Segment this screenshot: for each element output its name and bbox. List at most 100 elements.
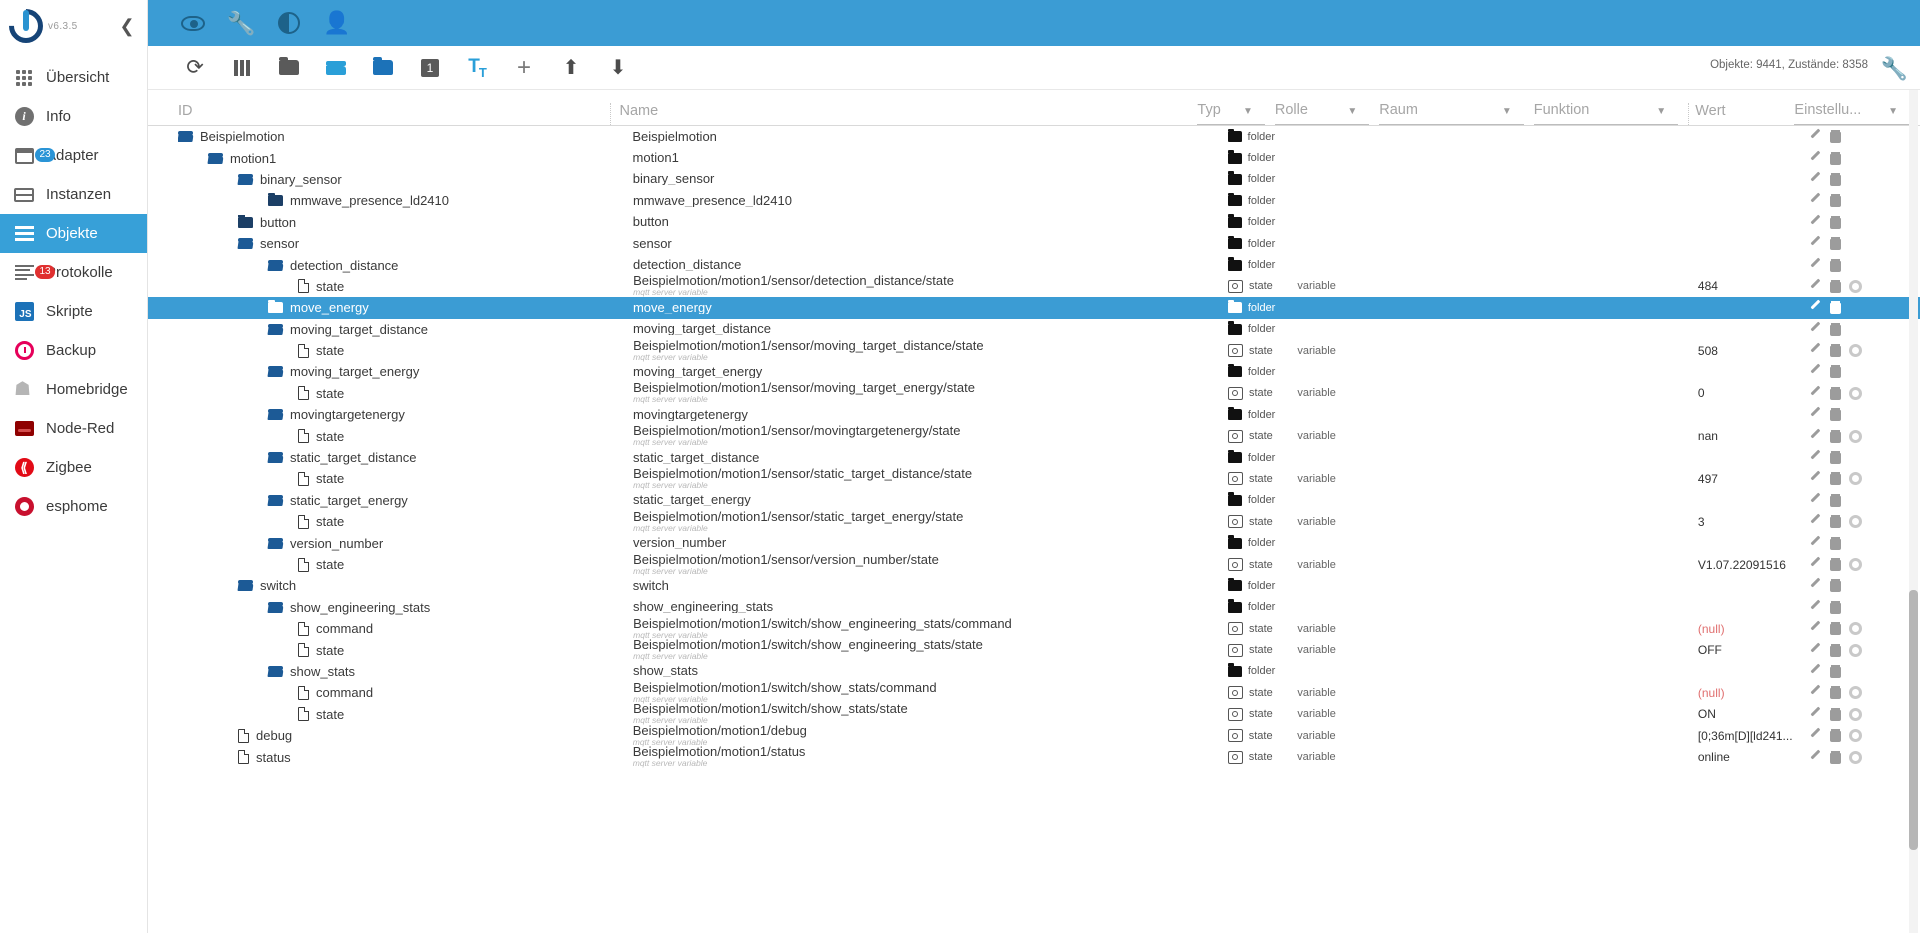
pencil-icon[interactable] [1809,751,1822,764]
expand-level-button[interactable]: 1 [413,51,447,85]
wrench-icon[interactable]: 🔧 [226,8,256,38]
table-row[interactable]: button button folder [148,212,1920,233]
pencil-icon[interactable] [1809,472,1822,485]
pencil-icon[interactable] [1809,451,1822,464]
table-row[interactable]: debug Beispielmotion/motion1/debug mqtt se… [148,725,1920,746]
pencil-icon[interactable] [1809,537,1822,550]
pencil-icon[interactable] [1809,622,1822,635]
trash-icon[interactable] [1829,301,1841,315]
trash-icon[interactable] [1829,172,1841,186]
vertical-scrollbar-thumb[interactable] [1909,590,1918,850]
column-filter-raum[interactable]: Raum ▼ [1379,102,1524,125]
folder-closed-icon[interactable] [272,51,306,85]
gear-icon[interactable] [1848,729,1862,743]
row-value-cell[interactable]: (null) [1692,686,1801,700]
table-row[interactable]: state Beispielmotion/motion1/sensor/movin… [148,382,1920,404]
sidebar-item-backup[interactable]: Backup [0,331,147,370]
trash-icon[interactable] [1829,451,1841,465]
table-row[interactable]: moving_target_energy moving_target_energy… [148,361,1920,382]
trash-icon[interactable] [1829,472,1841,486]
folder-blue-icon[interactable] [366,51,400,85]
pencil-icon[interactable] [1809,130,1822,143]
row-value-cell[interactable]: 508 [1692,344,1801,358]
table-row[interactable]: sensor sensor folder [148,233,1920,254]
table-row[interactable]: move_energy move_energy folder [148,297,1920,319]
pencil-icon[interactable] [1809,558,1822,571]
gear-icon[interactable] [1848,515,1862,529]
pencil-icon[interactable] [1809,494,1822,507]
pencil-icon[interactable] [1809,237,1822,250]
table-row[interactable]: state Beispielmotion/motion1/sensor/movin… [148,425,1920,447]
pencil-icon[interactable] [1809,601,1822,614]
table-row[interactable]: command Beispielmotion/motion1/switch/sho… [148,618,1920,639]
user-icon[interactable]: 👤 [322,8,352,38]
columns-icon[interactable] [225,51,259,85]
trash-icon[interactable] [1829,536,1841,550]
text-size-icon[interactable]: TT [460,51,494,85]
pencil-icon[interactable] [1809,665,1822,678]
trash-icon[interactable] [1829,344,1841,358]
column-header-name[interactable]: Name [611,103,1197,125]
trash-icon[interactable] [1829,215,1841,229]
table-row[interactable]: status Beispielmotion/motion1/status mqtt … [148,746,1920,768]
pencil-icon[interactable] [1809,408,1822,421]
pencil-icon[interactable] [1809,194,1822,207]
row-value-cell[interactable]: [0;36m[D][ld241... [1692,729,1801,743]
trash-icon[interactable] [1829,279,1841,293]
column-filter-rolle[interactable]: Rolle ▼ [1274,102,1370,125]
pencil-icon[interactable] [1809,259,1822,272]
table-row[interactable]: mmwave_presence_ld2410 mmwave_presence_ld… [148,190,1920,211]
gear-icon[interactable] [1848,643,1862,657]
sidebar-item-skripte[interactable]: JS Skripte [0,292,147,331]
trash-icon[interactable] [1829,600,1841,614]
row-value-cell[interactable]: nan [1692,429,1801,443]
row-value-cell[interactable]: ON [1692,707,1801,721]
trash-icon[interactable] [1829,365,1841,379]
table-row[interactable]: state Beispielmotion/motion1/sensor/stati… [148,468,1920,489]
gear-icon[interactable] [1848,344,1862,358]
trash-icon[interactable] [1829,130,1841,144]
trash-icon[interactable] [1829,664,1841,678]
gear-icon[interactable] [1848,622,1862,636]
table-row[interactable]: version_number version_number folder [148,532,1920,553]
table-row[interactable]: static_target_energy static_target_energy… [148,490,1920,511]
pencil-icon[interactable] [1809,280,1822,293]
trash-icon[interactable] [1829,686,1841,700]
trash-icon[interactable] [1829,386,1841,400]
trash-icon[interactable] [1829,729,1841,743]
gear-icon[interactable] [1848,558,1862,571]
sidebar-item-node-red[interactable]: Node-Red [0,409,147,448]
gear-icon[interactable] [1848,472,1862,486]
sidebar-item-instanzen[interactable]: Instanzen [0,175,147,214]
trash-icon[interactable] [1829,151,1841,165]
column-filter-funktion[interactable]: Funktion ▼ [1533,102,1679,125]
trash-icon[interactable] [1829,429,1841,443]
row-value-cell[interactable]: 484 [1692,279,1801,293]
row-value-cell[interactable]: online [1692,750,1801,764]
sidebar-item-homebridge[interactable]: ☗ Homebridge [0,370,147,409]
pencil-icon[interactable] [1809,152,1822,165]
pencil-icon[interactable] [1809,644,1822,657]
table-row[interactable]: motion1 motion1 folder [148,147,1920,168]
column-filter-einstellungen[interactable]: Einstellu... ▼ [1794,102,1911,125]
sidebar-item-esphome[interactable]: esphome [0,487,147,526]
sidebar-item-adapter[interactable]: 23 Adapter [0,136,147,175]
table-row[interactable]: detection_distance detection_distance fold… [148,254,1920,275]
sidebar-item-info[interactable]: i Info [0,97,147,136]
sidebar-item-uebersicht[interactable]: Übersicht [0,58,147,97]
gear-icon[interactable] [1848,686,1862,700]
trash-icon[interactable] [1829,579,1841,593]
table-row[interactable]: movingtargetenergy movingtargetenergy fold… [148,404,1920,425]
trash-icon[interactable] [1829,493,1841,507]
pencil-icon[interactable] [1809,708,1822,721]
table-row[interactable]: command Beispielmotion/motion1/switch/sho… [148,682,1920,703]
column-filter-typ[interactable]: Typ ▼ [1197,102,1265,125]
pencil-icon[interactable] [1809,323,1822,336]
pencil-icon[interactable] [1809,579,1822,592]
folder-open-icon[interactable] [319,51,353,85]
row-value-cell[interactable]: 3 [1692,515,1801,529]
row-value-cell[interactable]: 497 [1692,472,1801,486]
table-row[interactable]: state Beispielmotion/motion1/switch/show_… [148,639,1920,661]
contrast-icon[interactable] [274,8,304,38]
refresh-icon[interactable]: ⟳ [178,51,212,85]
